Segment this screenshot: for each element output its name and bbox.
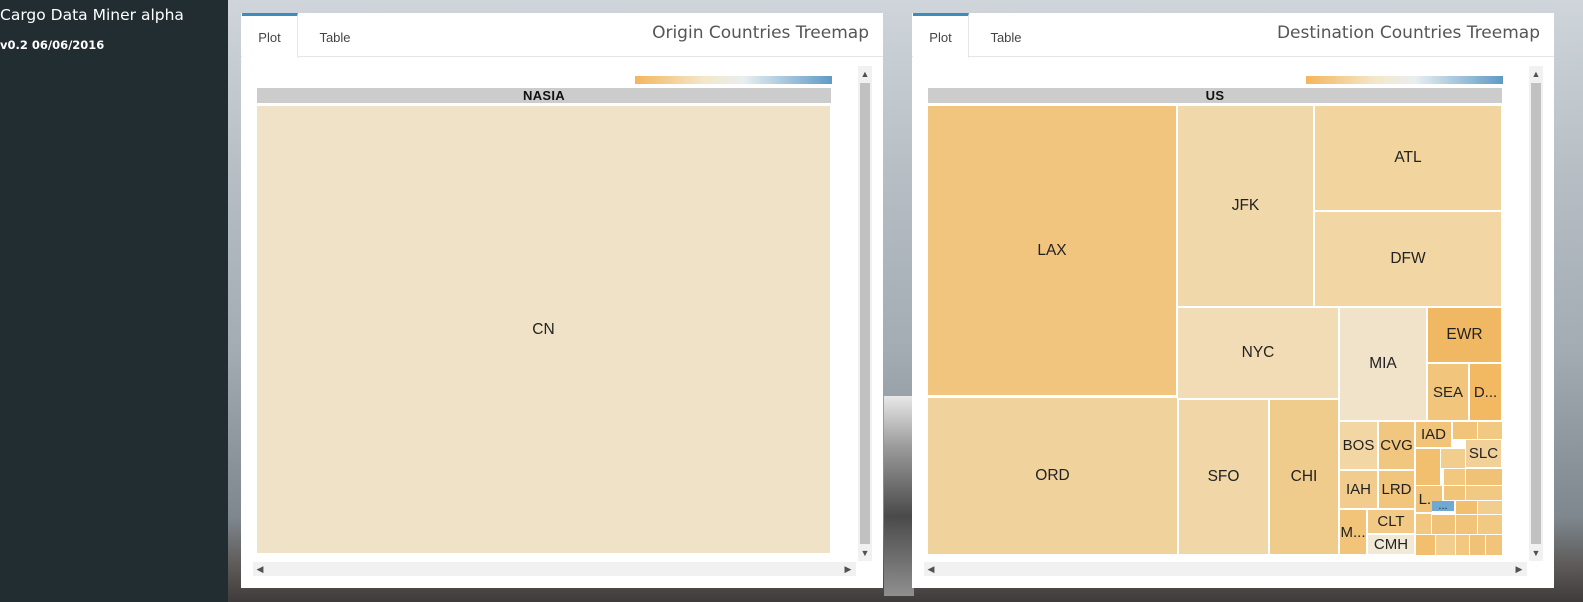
- treemap-small-cell[interactable]: [1432, 515, 1456, 535]
- treemap-small-cell[interactable]: [1444, 486, 1466, 501]
- treemap-cell-label: LRD: [1381, 481, 1412, 498]
- treemap-cell[interactable]: JFK: [1178, 106, 1315, 308]
- treemap-cell-label: M...: [1340, 523, 1366, 541]
- treemap-cell[interactable]: SLC: [1466, 440, 1503, 469]
- treemap-cell[interactable]: ORD: [928, 398, 1179, 556]
- treemap-small-cell[interactable]: [1436, 535, 1456, 556]
- treemap-cell-label: EWR: [1446, 326, 1483, 343]
- scroll-down-arrow[interactable]: ▼: [858, 548, 872, 558]
- treemap-cell-label: ORD: [1035, 467, 1070, 484]
- treemap-cell-label: DFW: [1390, 250, 1426, 267]
- treemap-cell-label: CLT: [1377, 513, 1405, 530]
- treemap-small-cell[interactable]: [1478, 515, 1503, 535]
- tab-plot[interactable]: Plot: [242, 13, 298, 58]
- origin-tab-bar: Plot Table Origin Countries Treemap: [241, 13, 883, 58]
- treemap-cell[interactable]: MIA: [1340, 308, 1428, 422]
- app-title: Cargo Data Miner alpha: [0, 6, 184, 24]
- vertical-scrollbar[interactable]: ▲ ▼: [1529, 66, 1543, 561]
- treemap-cell[interactable]: IAH: [1340, 471, 1379, 510]
- vertical-scrollbar[interactable]: ▲ ▼: [858, 66, 872, 561]
- treemap-cell[interactable]: LAX: [928, 106, 1178, 397]
- scroll-down-arrow[interactable]: ▼: [1529, 548, 1543, 558]
- treemap-cell[interactable]: CHI: [1270, 400, 1340, 556]
- treemap-small-cell[interactable]: [1441, 449, 1466, 469]
- scroll-up-arrow[interactable]: ▲: [858, 69, 872, 79]
- treemap-small-cell[interactable]: [1466, 469, 1503, 486]
- treemap-area: LAX ORD JFK ATL DFW NYC MIA EWR SEA D...…: [928, 106, 1503, 556]
- treemap-cell-label: IAD: [1420, 426, 1446, 443]
- color-scale-legend: [1306, 76, 1503, 84]
- tab-table[interactable]: Table: [978, 13, 1034, 57]
- treemap-cell[interactable]: ...: [1432, 501, 1456, 513]
- treemap-small-cell[interactable]: [1456, 515, 1478, 535]
- treemap-small-cell[interactable]: [1456, 535, 1470, 556]
- treemap-cell[interactable]: M...: [1340, 510, 1368, 556]
- treemap-cell-label: LAX: [1037, 241, 1067, 259]
- treemap-cell-label: D...: [1473, 383, 1498, 401]
- treemap-cell[interactable]: EWR: [1428, 308, 1503, 364]
- treemap-cell[interactable]: IAD: [1416, 422, 1453, 449]
- tab-table[interactable]: Table: [307, 13, 363, 57]
- treemap-cell-label: ATL: [1394, 149, 1422, 166]
- origin-treemap-panel: Plot Table Origin Countries Treemap NASI…: [241, 13, 883, 588]
- treemap-cell-label: SEA: [1432, 383, 1463, 401]
- treemap-cell[interactable]: NYC: [1178, 308, 1340, 400]
- scroll-left-arrow[interactable]: ◀: [253, 564, 267, 574]
- treemap-group-header: NASIA: [257, 88, 831, 103]
- background-aircraft-wing: [884, 396, 914, 596]
- scroll-right-arrow[interactable]: ▶: [1512, 564, 1526, 574]
- horizontal-scrollbar[interactable]: ◀ ▶: [253, 562, 856, 576]
- scroll-left-arrow[interactable]: ◀: [924, 564, 938, 574]
- treemap-small-cell[interactable]: [1470, 535, 1486, 556]
- treemap-cell[interactable]: DFW: [1315, 212, 1503, 308]
- treemap-cell[interactable]: ATL: [1315, 106, 1503, 212]
- scrollbar-thumb[interactable]: [860, 83, 870, 544]
- sidebar: Cargo Data Miner alpha v0.2 06/06/2016: [0, 0, 228, 602]
- scrollbar-thumb[interactable]: [1531, 83, 1541, 544]
- treemap-cell[interactable]: SEA: [1428, 364, 1470, 422]
- treemap-small-cell[interactable]: [1453, 422, 1478, 440]
- treemap-small-cell[interactable]: [1444, 469, 1466, 486]
- destination-treemap-panel: Plot Table Destination Countries Treemap…: [912, 13, 1554, 588]
- treemap-cell[interactable]: CN: [257, 106, 832, 555]
- treemap-cell-label: CMH: [1373, 536, 1409, 553]
- scroll-up-arrow[interactable]: ▲: [1529, 69, 1543, 79]
- treemap-cell[interactable]: BOS: [1340, 422, 1379, 471]
- destination-tab-bar: Plot Table Destination Countries Treemap: [912, 13, 1554, 58]
- tab-plot[interactable]: Plot: [913, 13, 969, 58]
- treemap-cell[interactable]: CMH: [1368, 535, 1416, 556]
- treemap-cell-label: MIA: [1369, 355, 1397, 372]
- treemap-cell[interactable]: D...: [1470, 364, 1503, 422]
- treemap-small-cell[interactable]: [1416, 449, 1441, 486]
- treemap-cell[interactable]: CLT: [1368, 510, 1416, 535]
- treemap-cell-label: CVG: [1380, 437, 1413, 454]
- treemap-group-header: US: [928, 88, 1502, 103]
- treemap-small-cell[interactable]: [1416, 535, 1436, 556]
- treemap-small-cell[interactable]: [1416, 514, 1432, 535]
- treemap-cell-label: CHI: [1290, 468, 1318, 485]
- treemap-small-cell[interactable]: [1466, 486, 1503, 501]
- treemap-cell-label: SLC: [1468, 445, 1499, 462]
- treemap-small-cell[interactable]: [1456, 501, 1478, 515]
- scroll-right-arrow[interactable]: ▶: [841, 564, 855, 574]
- treemap-small-cell[interactable]: [1486, 535, 1503, 556]
- treemap-cell-label: CN: [532, 320, 555, 338]
- treemap-small-cell[interactable]: [1478, 422, 1503, 440]
- horizontal-scrollbar[interactable]: ◀ ▶: [924, 562, 1527, 576]
- treemap-cell-label: ...: [1438, 501, 1448, 512]
- app-version: v0.2 06/06/2016: [0, 38, 105, 52]
- treemap-cell-label: BOS: [1342, 437, 1375, 454]
- treemap-cell[interactable]: SFO: [1179, 400, 1270, 556]
- treemap-cell-label: NYC: [1241, 344, 1275, 361]
- panel-title: Destination Countries Treemap: [1276, 23, 1540, 43]
- treemap-cell[interactable]: CVG: [1379, 422, 1416, 471]
- color-scale-legend: [635, 76, 832, 84]
- panel-title: Origin Countries Treemap: [652, 23, 869, 43]
- treemap-cell-label: SFO: [1207, 468, 1240, 485]
- treemap-small-cell[interactable]: [1478, 501, 1503, 515]
- treemap-cell-label: IAH: [1345, 481, 1371, 498]
- treemap-cell-label: JFK: [1231, 197, 1260, 214]
- treemap-cell[interactable]: LRD: [1379, 471, 1416, 510]
